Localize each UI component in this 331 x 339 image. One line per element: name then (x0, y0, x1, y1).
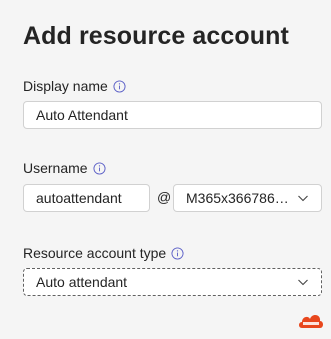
info-icon[interactable] (171, 246, 184, 260)
username-label-row: Username (23, 160, 106, 176)
info-icon[interactable] (113, 79, 126, 93)
display-name-label: Display name (23, 78, 108, 94)
display-name-label-row: Display name (23, 78, 126, 94)
resource-type-label-row: Resource account type (23, 245, 184, 261)
domain-value: M365x366786.... (186, 190, 289, 206)
domain-dropdown[interactable]: M365x366786.... (173, 184, 322, 212)
resource-type-dropdown[interactable]: Auto attendant (23, 268, 322, 296)
resource-type-value: Auto attendant (36, 274, 128, 290)
username-field[interactable]: autoattendant (23, 184, 150, 212)
cloud-logo-icon (299, 315, 323, 328)
chevron-down-icon[interactable] (297, 276, 309, 288)
at-symbol: @ (157, 189, 172, 205)
resource-type-label: Resource account type (23, 245, 167, 261)
username-label: Username (23, 160, 88, 176)
add-resource-account-panel: Add resource account Display name Auto A… (0, 0, 331, 339)
info-icon[interactable] (93, 161, 106, 175)
username-value: autoattendant (36, 190, 122, 206)
chevron-down-icon[interactable] (297, 192, 309, 204)
display-name-value: Auto Attendant (36, 107, 128, 123)
page-title: Add resource account (23, 22, 289, 50)
display-name-field[interactable]: Auto Attendant (23, 101, 322, 129)
